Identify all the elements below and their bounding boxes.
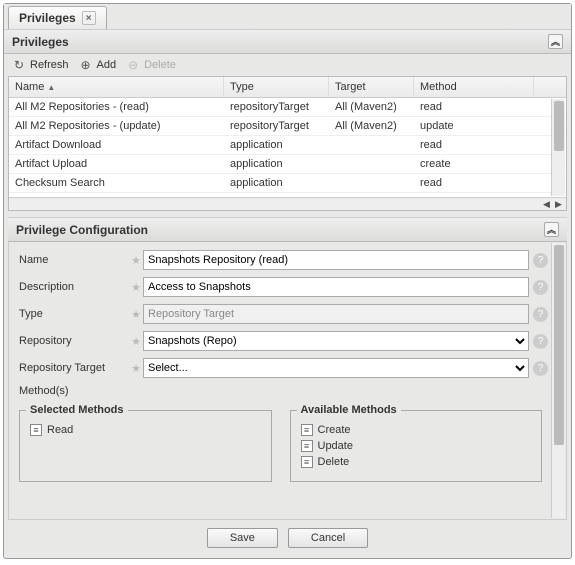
tab-privileges[interactable]: Privileges × [8,6,107,29]
column-name[interactable]: Name ▲ [9,77,224,97]
list-icon [30,424,42,436]
label-methods: Method(s) [19,385,129,397]
label-repository-target: Repository Target [19,362,129,374]
repository-select[interactable]: Snapshots (Repo) [143,331,529,351]
column-type[interactable]: Type [224,77,329,97]
method-item[interactable]: Update [297,438,536,454]
cell-type: repositoryTarget [224,117,329,135]
help-icon[interactable]: ? [533,361,548,376]
sort-asc-icon: ▲ [47,83,55,92]
cell-target: All (Maven2) [329,98,414,116]
star-icon: ★ [129,362,143,375]
cell-method: read [414,136,534,154]
vertical-scrollbar[interactable] [551,99,565,196]
cell-type: application [224,136,329,154]
list-icon [301,424,313,436]
type-select[interactable] [143,304,529,324]
cell-target [329,136,414,154]
cell-type: repositoryTarget [224,98,329,116]
label-description: Description [19,281,129,293]
star-icon: ★ [129,254,143,267]
method-item[interactable]: Create [297,422,536,438]
cell-method: update [414,117,534,135]
cell-type: application [224,155,329,173]
add-button[interactable]: Add [79,58,117,72]
cell-method: read [414,98,534,116]
description-input[interactable] [143,277,529,297]
panel-title: Privileges [12,35,69,49]
cell-method: read [414,174,534,192]
cell-target: All (Maven2) [329,117,414,135]
tab-label: Privileges [19,11,76,25]
method-item[interactable]: Read [26,422,265,438]
delete-icon [126,58,140,72]
repository-target-select[interactable]: Select... [143,358,529,378]
collapse-up-icon[interactable]: ︽ [548,34,563,49]
table-row[interactable]: All M2 Repositories - (read)repositoryTa… [9,98,566,117]
refresh-button[interactable]: Refresh [12,58,69,72]
scroll-left-icon[interactable]: ◀ [541,199,552,210]
grid-footer: ◀ ▶ [9,197,566,210]
vertical-scrollbar[interactable] [551,243,565,518]
label-repository: Repository [19,335,129,347]
cell-name: Artifact Upload [9,155,224,173]
delete-button: Delete [126,58,176,72]
help-icon[interactable]: ? [533,334,548,349]
cell-name: All M2 Repositories - (update) [9,117,224,135]
list-icon [301,440,313,452]
add-icon [79,58,93,72]
save-button[interactable]: Save [207,528,278,548]
available-methods-title: Available Methods [297,404,401,416]
column-method[interactable]: Method [414,77,534,97]
scroll-right-icon[interactable]: ▶ [553,199,564,210]
toolbar: Refresh Add Delete [4,54,571,76]
available-methods-box: Available Methods CreateUpdateDelete [290,404,543,482]
panel-header: Privileges ︽ [4,29,571,54]
cell-name: Checksum Search [9,174,224,192]
label-type: Type [19,308,129,320]
selected-methods-title: Selected Methods [26,404,128,416]
refresh-icon [12,58,26,72]
star-icon: ★ [129,281,143,294]
table-row[interactable]: Artifact Uploadapplication create [9,155,566,174]
privileges-grid: Name ▲ Type Target Method All M2 Reposit… [8,76,567,211]
cell-target [329,174,414,192]
collapse-up-icon[interactable]: ︽ [544,222,559,237]
cancel-button[interactable]: Cancel [288,528,368,548]
selected-methods-box: Selected Methods Read [19,404,272,482]
table-row[interactable]: Artifact Downloadapplication read [9,136,566,155]
grid-header: Name ▲ Type Target Method [9,77,566,98]
config-title: Privilege Configuration [16,223,148,237]
table-row[interactable]: Checksum Searchapplication read [9,174,566,193]
cell-name: Artifact Download [9,136,224,154]
close-icon[interactable]: × [82,11,96,25]
table-row[interactable]: All M2 Repositories - (update)repository… [9,117,566,136]
help-icon[interactable]: ? [533,280,548,295]
cell-name: All M2 Repositories - (read) [9,98,224,116]
name-input[interactable] [143,250,529,270]
cell-target [329,155,414,173]
help-icon[interactable]: ? [533,253,548,268]
cell-method: create [414,155,534,173]
label-name: Name [19,254,129,266]
star-icon: ★ [129,308,143,321]
method-item[interactable]: Delete [297,454,536,470]
help-icon[interactable]: ? [533,307,548,322]
cell-type: application [224,174,329,192]
column-target[interactable]: Target [329,77,414,97]
star-icon: ★ [129,335,143,348]
list-icon [301,456,313,468]
config-header: Privilege Configuration ︽ [8,217,567,242]
